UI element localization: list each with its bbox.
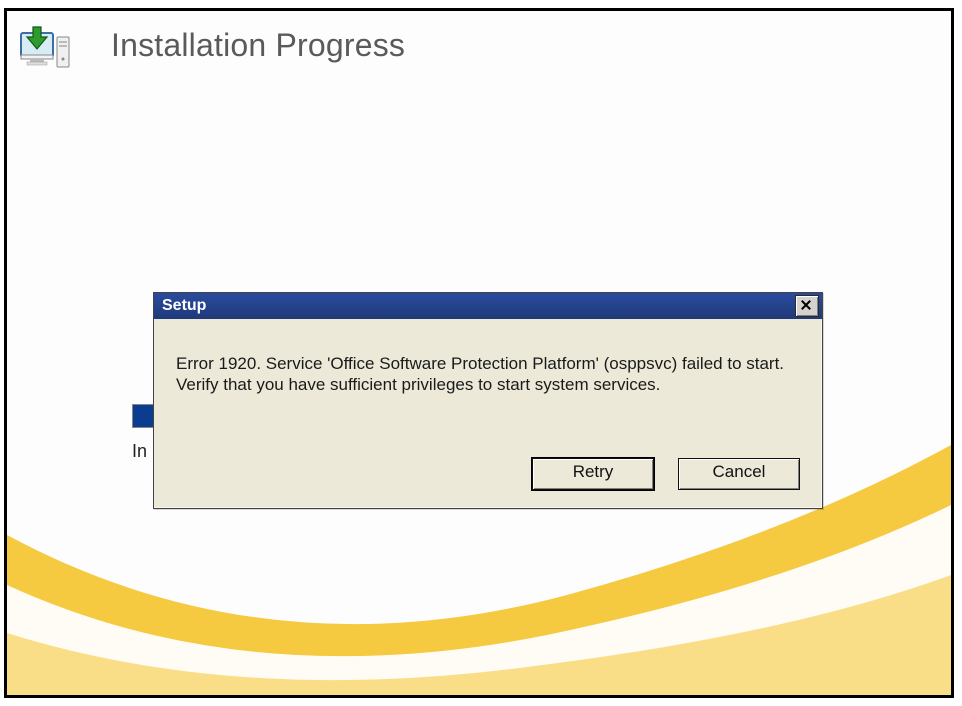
installer-window: Installation Progress In Setup Error 192… <box>4 8 954 698</box>
error-message: Error 1920. Service 'Office Software Pro… <box>176 353 800 396</box>
close-button[interactable] <box>795 295 819 317</box>
dialog-title: Setup <box>162 297 206 315</box>
dialog-button-row: Retry Cancel <box>532 458 800 490</box>
status-text-fragment: In <box>132 441 147 462</box>
retry-button[interactable]: Retry <box>532 458 654 490</box>
page-title: Installation Progress <box>111 27 405 64</box>
dialog-titlebar: Setup <box>154 293 822 319</box>
error-dialog: Setup Error 1920. Service 'Office Softwa… <box>153 292 823 509</box>
header: Installation Progress <box>19 21 405 75</box>
cancel-button[interactable]: Cancel <box>678 458 800 490</box>
dialog-body: Error 1920. Service 'Office Software Pro… <box>154 319 822 406</box>
install-icon <box>19 25 71 75</box>
